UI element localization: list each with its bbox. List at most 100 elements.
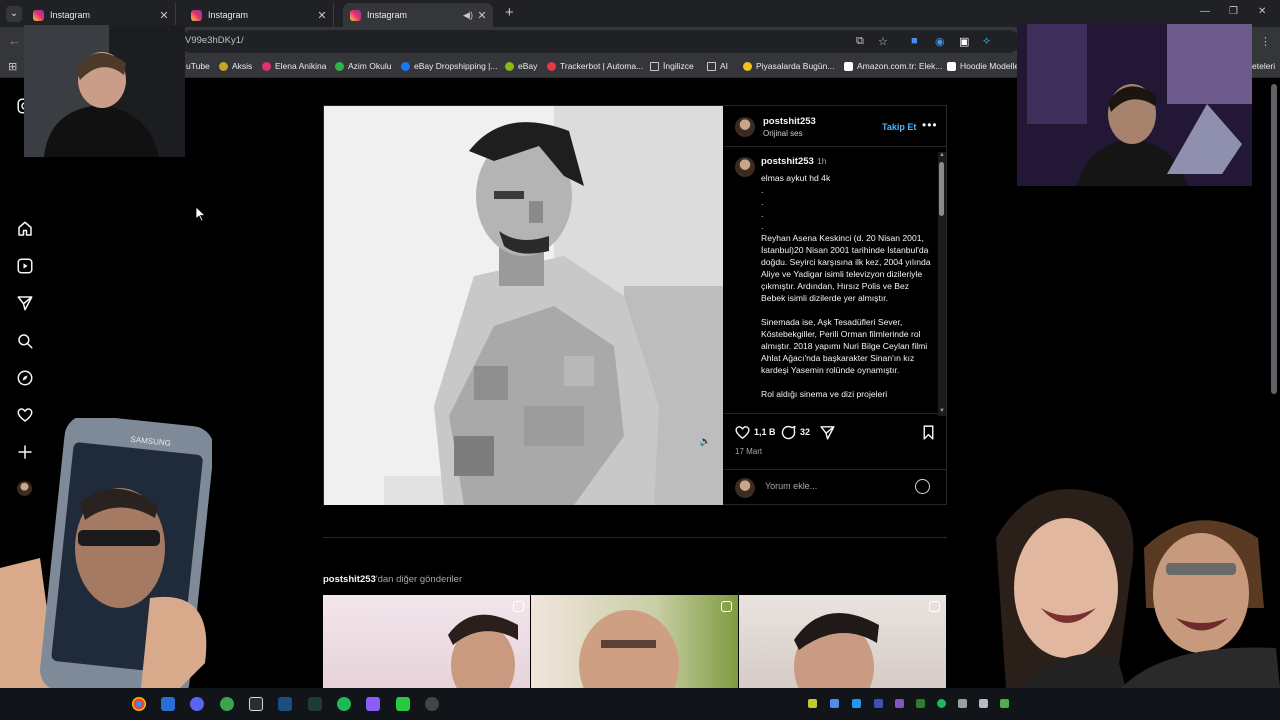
bookmark-item[interactable]: Trackerbot | Automa... bbox=[547, 61, 643, 71]
obs-taskbar-icon[interactable] bbox=[425, 697, 439, 711]
caption-text: elmas aykut hd 4k . . . . Reyhan Asena K… bbox=[761, 173, 931, 399]
bookmark-item[interactable]: Amazon.com.tr: Elek... bbox=[844, 61, 943, 71]
audio-label[interactable]: Orijinal ses bbox=[763, 129, 803, 138]
comment-count[interactable]: 32 bbox=[800, 427, 810, 437]
scroll-down-icon[interactable]: ▼ bbox=[939, 408, 945, 414]
bookmark-item[interactable]: eBay Dropshipping |... bbox=[401, 61, 497, 71]
bookmark-star-icon[interactable]: ☆ bbox=[878, 35, 888, 48]
translate-extension-icon[interactable]: ■ bbox=[911, 35, 918, 47]
tray-icon[interactable] bbox=[937, 699, 946, 708]
phone-in-hand-image: SAMSUNG bbox=[0, 418, 212, 703]
windows-taskbar bbox=[0, 688, 1280, 720]
tray-icon[interactable] bbox=[958, 699, 967, 708]
close-window-icon[interactable]: ✕ bbox=[1258, 6, 1266, 17]
post-date[interactable]: 17 Mart bbox=[735, 447, 762, 456]
like-count[interactable]: 1,1 B bbox=[754, 427, 776, 437]
address-bar[interactable] bbox=[180, 30, 1020, 53]
browser-tab-2[interactable]: Instagram ✕ bbox=[184, 3, 334, 27]
back-arrow-icon[interactable]: ← bbox=[8, 33, 21, 48]
page-scrollbar[interactable] bbox=[1271, 84, 1277, 394]
new-tab-button[interactable]: + bbox=[505, 5, 514, 20]
author-avatar[interactable] bbox=[735, 117, 755, 137]
tray-icon[interactable] bbox=[895, 699, 904, 708]
explore-compass-icon[interactable] bbox=[16, 369, 34, 387]
tray-icon[interactable] bbox=[830, 699, 839, 708]
bookmark-item[interactable]: Azim Okulu bbox=[335, 61, 391, 71]
spotify-taskbar-icon[interactable] bbox=[337, 697, 351, 711]
bookmark-folder[interactable]: AI bbox=[707, 61, 728, 71]
save-bookmark-icon[interactable] bbox=[920, 424, 937, 441]
close-tab-icon[interactable]: ✕ bbox=[475, 9, 489, 22]
caption-area[interactable]: postshit253 1h elmas aykut hd 4k . . . .… bbox=[724, 148, 947, 414]
reels-icon[interactable] bbox=[16, 257, 34, 275]
url-text[interactable]: V99e3hDKy1/ bbox=[185, 35, 244, 46]
caption-username[interactable]: postshit253 bbox=[761, 156, 814, 167]
bookmark-item[interactable]: eBay bbox=[505, 61, 537, 71]
home-icon[interactable] bbox=[16, 220, 34, 238]
share-send-icon[interactable] bbox=[819, 424, 836, 441]
mute-toggle-icon[interactable]: 🔈 bbox=[700, 436, 711, 447]
discord-taskbar-icon[interactable] bbox=[190, 697, 204, 711]
webcam-overlay-right bbox=[1017, 24, 1252, 186]
install-app-icon[interactable]: ⧉ bbox=[856, 35, 864, 48]
messages-send-icon[interactable] bbox=[16, 294, 34, 312]
browser-tab-1[interactable]: Instagram ✕ bbox=[26, 3, 176, 27]
search-icon[interactable] bbox=[16, 332, 34, 350]
tray-icon[interactable] bbox=[808, 699, 817, 708]
thumbnail-image bbox=[579, 610, 679, 688]
more-post-thumbnail[interactable] bbox=[323, 595, 530, 688]
post-video[interactable]: 🔈 bbox=[324, 106, 723, 505]
bookmark-item[interactable]: Elena Anikina bbox=[262, 61, 327, 71]
bookmark-folder[interactable]: İngilizce bbox=[650, 61, 694, 71]
tab-search-dropdown[interactable]: ⌄ bbox=[6, 6, 22, 22]
menu-kebab-icon[interactable]: ⋮ bbox=[1260, 35, 1271, 48]
bookmark-favicon-icon bbox=[505, 61, 514, 71]
extension-icon[interactable]: ▣ bbox=[959, 35, 969, 48]
author-username[interactable]: postshit253 bbox=[763, 116, 816, 127]
bookmark-item[interactable]: Aksis bbox=[219, 61, 252, 71]
audio-playing-icon[interactable]: ◀) bbox=[461, 10, 475, 21]
webcam-image bbox=[1017, 24, 1252, 186]
chrome-taskbar-icon[interactable] bbox=[132, 697, 146, 711]
play-app-taskbar-icon[interactable] bbox=[396, 697, 410, 711]
audio-extension-icon[interactable]: ◉ bbox=[935, 35, 945, 48]
comment-input[interactable]: Yorum ekle... bbox=[765, 481, 817, 491]
bookmark-item[interactable]: Hoodie Modelle bbox=[947, 61, 1019, 71]
follow-button[interactable]: Takip Et bbox=[882, 122, 916, 132]
more-posts-username[interactable]: postshit253 bbox=[323, 574, 376, 585]
bookmark-item[interactable]: uTube bbox=[186, 61, 210, 71]
terminal-taskbar-icon[interactable] bbox=[308, 697, 322, 711]
restore-icon[interactable]: ❐ bbox=[1229, 6, 1238, 17]
xbox-taskbar-icon[interactable] bbox=[220, 697, 234, 711]
bookmark-item[interactable]: eteleri bbox=[1252, 61, 1275, 71]
tray-icon[interactable] bbox=[852, 699, 861, 708]
tray-icon[interactable] bbox=[874, 699, 883, 708]
comment-bubble-icon[interactable] bbox=[780, 424, 797, 441]
minimize-icon[interactable]: — bbox=[1200, 6, 1210, 17]
steam-taskbar-icon[interactable] bbox=[278, 697, 292, 711]
post-side-panel: postshit253 Orijinal ses Takip Et ••• po… bbox=[724, 106, 947, 505]
tray-icon[interactable] bbox=[916, 699, 925, 708]
tray-icon[interactable] bbox=[979, 699, 988, 708]
grid-app-taskbar-icon[interactable] bbox=[366, 697, 380, 711]
caption-scroll-thumb[interactable] bbox=[939, 162, 944, 216]
scroll-up-icon[interactable]: ▲ bbox=[939, 152, 945, 158]
more-options-icon[interactable]: ••• bbox=[922, 118, 938, 132]
caption-scrollbar[interactable]: ▲ ▼ bbox=[938, 152, 946, 416]
apps-grid-icon[interactable]: ⊞ bbox=[8, 60, 17, 73]
more-post-thumbnail[interactable] bbox=[739, 595, 946, 688]
emoji-picker-icon[interactable] bbox=[915, 479, 930, 494]
bookmark-favicon-icon bbox=[947, 61, 956, 71]
close-tab-icon[interactable]: ✕ bbox=[315, 9, 329, 22]
like-heart-icon[interactable] bbox=[734, 424, 751, 441]
extension-2-icon[interactable]: ⟡ bbox=[983, 35, 990, 48]
browser-tab-3[interactable]: Instagram ◀) ✕ bbox=[343, 3, 493, 27]
app-taskbar-icon[interactable] bbox=[161, 697, 175, 711]
more-post-thumbnail[interactable] bbox=[531, 595, 738, 688]
caption-avatar[interactable] bbox=[735, 157, 755, 177]
tray-icon[interactable] bbox=[1000, 699, 1009, 708]
close-tab-icon[interactable]: ✕ bbox=[157, 9, 171, 22]
epic-games-taskbar-icon[interactable] bbox=[249, 697, 263, 711]
reel-icon bbox=[513, 601, 524, 612]
bookmark-item[interactable]: Piyasalarda Bugün... bbox=[743, 61, 834, 71]
